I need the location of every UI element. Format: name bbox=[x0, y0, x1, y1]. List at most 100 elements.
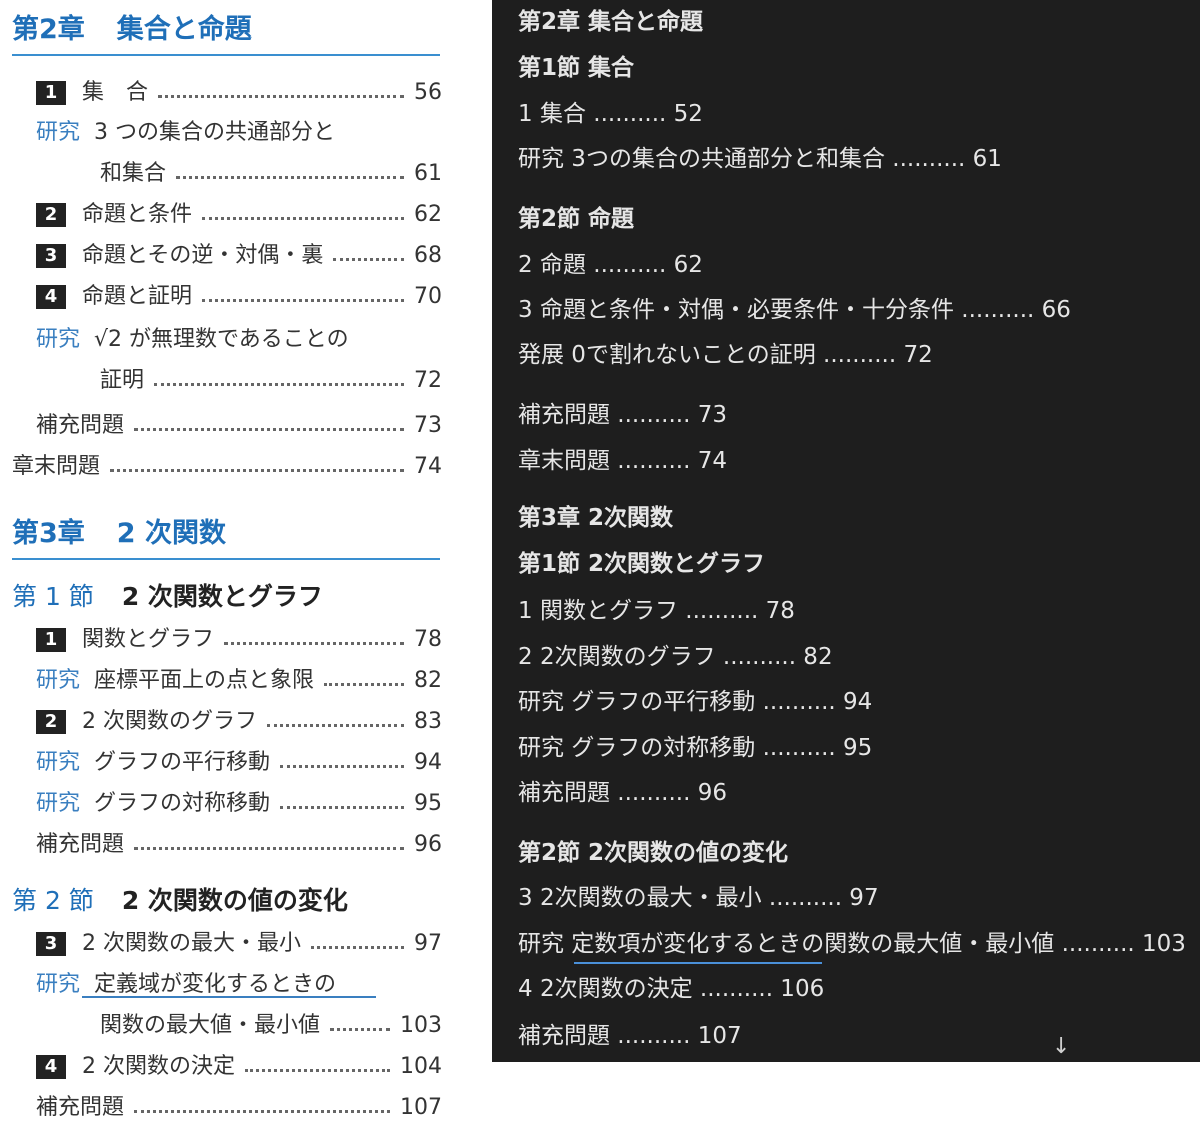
kenkyu-tag: 研究 bbox=[36, 327, 81, 352]
down-arrow-icon[interactable]: ↓ bbox=[1052, 1034, 1070, 1059]
toc-label: 章末問題 bbox=[12, 454, 101, 479]
toc-label: 2 次関数の最大・最小 bbox=[82, 931, 301, 956]
toc-entry[interactable]: 3 2次関数の最大・最小 .......... 97 bbox=[518, 880, 879, 916]
section-title: 2 次関数とグラフ bbox=[121, 582, 323, 611]
toc-label: 命題と条件 bbox=[82, 202, 193, 227]
leader-dots bbox=[324, 682, 404, 686]
page-number: 95 bbox=[414, 791, 442, 816]
page-number: 73 bbox=[414, 413, 442, 438]
page-number: 68 bbox=[414, 243, 442, 268]
toc-row[interactable]: 2 2 次関数のグラフ 83 bbox=[36, 705, 442, 739]
toc-row[interactable]: 章末問題 74 bbox=[12, 450, 442, 484]
toc-label: 関数とグラフ bbox=[82, 627, 215, 652]
section-1-heading: 第 1 節 2 次関数とグラフ bbox=[12, 580, 323, 614]
toc-label: 2 次関数のグラフ bbox=[82, 709, 257, 734]
leader-dots bbox=[134, 1109, 390, 1113]
chapter-title: 集合と命題 bbox=[116, 14, 252, 45]
toc-entry[interactable]: 補充問題 .......... 96 bbox=[518, 775, 727, 811]
toc-entry[interactable]: 2 命題 .......... 62 bbox=[518, 247, 703, 283]
toc-row[interactable]: 1 集 合 56 bbox=[36, 76, 442, 110]
item-number-box: 4 bbox=[36, 285, 66, 309]
toc-entry[interactable]: 研究 定数項が変化するときの関数の最大値・最小値 .......... 103 bbox=[518, 926, 1186, 962]
toc-row[interactable]: 研究 グラフの対称移動 95 bbox=[36, 787, 442, 821]
leader-dots bbox=[110, 468, 404, 472]
toc-label: 座標平面上の点と象限 bbox=[94, 668, 315, 693]
leader-dots bbox=[280, 805, 404, 809]
kenkyu-tag: 研究 bbox=[36, 972, 81, 997]
page-number: 94 bbox=[414, 750, 442, 775]
leader-dots bbox=[245, 1068, 390, 1072]
leader-dots bbox=[134, 846, 404, 850]
toc-row[interactable]: 補充問題 96 bbox=[36, 828, 442, 862]
leader-dots bbox=[202, 298, 404, 302]
toc-entry[interactable]: 章末問題 .......... 74 bbox=[518, 443, 727, 479]
toc-row[interactable]: 和集合 61 bbox=[100, 157, 442, 191]
page-number: 82 bbox=[414, 668, 442, 693]
toc-section-heading[interactable]: 第2節 命題 bbox=[518, 201, 634, 237]
toc-entry[interactable]: 研究 グラフの対称移動 .......... 95 bbox=[518, 730, 872, 766]
toc-entry[interactable]: 2 2次関数のグラフ .......... 82 bbox=[518, 639, 833, 675]
toc-entry[interactable]: 発展 0で割れないことの証明 .......... 72 bbox=[518, 337, 933, 373]
toc-row[interactable]: 3 2 次関数の最大・最小 97 bbox=[36, 927, 442, 961]
toc-label: √2 が無理数であることの bbox=[94, 327, 349, 352]
toc-entry[interactable]: 4 2次関数の決定 .......... 106 bbox=[518, 971, 824, 1007]
toc-label: 命題とその逆・対偶・裏 bbox=[82, 243, 324, 268]
toc-label: 2 次関数の決定 bbox=[82, 1054, 235, 1079]
toc-row[interactable]: 研究 座標平面上の点と象限 82 bbox=[36, 664, 442, 698]
toc-entry[interactable]: 研究 3つの集合の共通部分と和集合 .......... 61 bbox=[518, 141, 1002, 177]
toc-row[interactable]: 補充問題 73 bbox=[36, 409, 442, 443]
toc-entry[interactable]: 補充問題 .......... 73 bbox=[518, 397, 727, 433]
toc-section-heading[interactable]: 第2節 2次関数の値の変化 bbox=[518, 835, 788, 871]
toc-row-first-line[interactable]: 研究 √2 が無理数であることの bbox=[36, 323, 349, 357]
toc-row-first-line[interactable]: 研究 3 つの集合の共通部分と bbox=[36, 116, 335, 150]
leader-dots bbox=[176, 175, 404, 179]
toc-entry[interactable]: 3 命題と条件・対偶・必要条件・十分条件 .......... 66 bbox=[518, 292, 1071, 328]
page-number: 56 bbox=[414, 80, 442, 105]
toc-entry[interactable]: 1 集合 .......... 52 bbox=[518, 96, 703, 132]
item-number-box: 3 bbox=[36, 932, 66, 956]
leader-dots bbox=[224, 641, 404, 645]
item-number-box: 2 bbox=[36, 710, 66, 734]
section-title: 2 次関数の値の変化 bbox=[121, 886, 348, 915]
toc-row[interactable]: 1 関数とグラフ 78 bbox=[36, 623, 442, 657]
page-number: 61 bbox=[414, 161, 442, 186]
page-number: 70 bbox=[414, 284, 442, 309]
chapter-title: 2 次関数 bbox=[116, 518, 226, 549]
highlight-underline bbox=[574, 962, 822, 964]
toc-chapter-heading[interactable]: 第3章 2次関数 bbox=[518, 500, 673, 536]
page-number: 96 bbox=[414, 832, 442, 857]
leader-dots bbox=[154, 382, 404, 386]
toc-label: 補充問題 bbox=[36, 832, 125, 857]
section-number: 第 1 節 bbox=[12, 582, 94, 611]
toc-row[interactable]: 関数の最大値・最小値 103 bbox=[100, 1009, 442, 1043]
chapter-3-heading: 第3章 2 次関数 bbox=[12, 514, 440, 560]
toc-chapter-heading[interactable]: 第2章 集合と命題 bbox=[518, 4, 703, 40]
page-number: 97 bbox=[414, 931, 442, 956]
kenkyu-tag: 研究 bbox=[36, 120, 81, 145]
toc-row[interactable]: 証明 72 bbox=[100, 364, 442, 398]
printed-toc-panel: 第2章 集合と命題 1 集 合 56 研究 3 つの集合の共通部分と 和集合 61 … bbox=[0, 0, 452, 1128]
leader-dots bbox=[267, 723, 404, 727]
leader-dots bbox=[330, 1027, 390, 1031]
toc-row[interactable]: 3 命題とその逆・対偶・裏 68 bbox=[36, 239, 442, 273]
toc-label: 集 合 bbox=[82, 80, 149, 105]
leader-dots bbox=[311, 945, 404, 949]
toc-row[interactable]: 4 2 次関数の決定 104 bbox=[36, 1050, 442, 1084]
toc-label: グラフの対称移動 bbox=[94, 791, 271, 816]
item-number-box: 3 bbox=[36, 244, 66, 268]
item-number-box: 2 bbox=[36, 203, 66, 227]
toc-entry[interactable]: 補充問題 .......... 107 bbox=[518, 1018, 742, 1054]
toc-row[interactable]: 補充問題 107 bbox=[36, 1091, 442, 1125]
page-number: 62 bbox=[414, 202, 442, 227]
toc-label: グラフの平行移動 bbox=[94, 750, 271, 775]
toc-row[interactable]: 4 命題と証明 70 bbox=[36, 280, 442, 314]
kenkyu-tag: 研究 bbox=[36, 668, 81, 693]
toc-entry[interactable]: 1 関数とグラフ .......... 78 bbox=[518, 593, 795, 629]
toc-section-heading[interactable]: 第1節 集合 bbox=[518, 50, 634, 86]
toc-section-heading[interactable]: 第1節 2次関数とグラフ bbox=[518, 546, 765, 582]
page-number: 83 bbox=[414, 709, 442, 734]
toc-row[interactable]: 研究 グラフの平行移動 94 bbox=[36, 746, 442, 780]
toc-entry[interactable]: 研究 グラフの平行移動 .......... 94 bbox=[518, 684, 872, 720]
toc-label: 補充問題 bbox=[36, 413, 125, 438]
toc-row[interactable]: 2 命題と条件 62 bbox=[36, 198, 442, 232]
